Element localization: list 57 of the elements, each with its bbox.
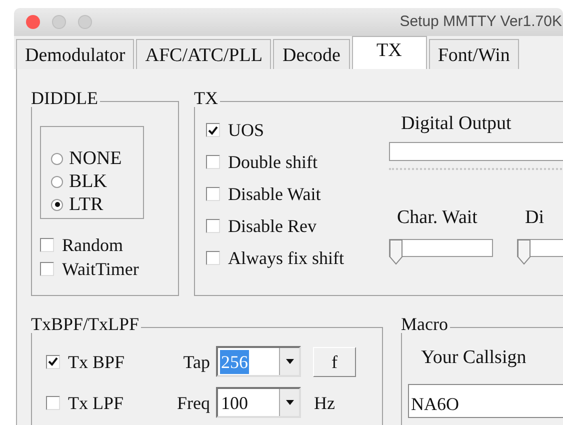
caret-icon [286, 400, 294, 405]
radio-button[interactable] [51, 198, 63, 210]
group-title: Macro [401, 315, 450, 333]
slider-label: Di [525, 208, 545, 227]
check-icon [208, 126, 218, 134]
checkbox[interactable] [46, 354, 60, 368]
checkbox-label: Random [62, 236, 123, 254]
tab[interactable]: Demodulator [16, 39, 134, 69]
group-title: TX [194, 89, 220, 107]
combo-box[interactable]: 100 [216, 387, 301, 418]
slider-track[interactable] [389, 239, 493, 265]
checkbox-label: Always fix shift [228, 249, 344, 267]
checkbox-label: Double shift [228, 153, 318, 171]
group-title: DIDDLE [31, 89, 100, 107]
checkbox[interactable] [206, 219, 220, 233]
caret-icon [286, 359, 294, 364]
checkbox[interactable] [206, 123, 220, 137]
check-icon [48, 357, 58, 366]
combo-value: 100 [220, 392, 249, 414]
field-label: Tap [182, 352, 211, 370]
checkbox[interactable] [206, 155, 220, 169]
checkbox-label: WaitTimer [62, 260, 139, 278]
unit-label: Hz [314, 394, 335, 412]
tab[interactable]: TX [352, 36, 427, 69]
checkbox-label: Disable Wait [228, 185, 321, 203]
group-title: TxBPF/TxLPF [31, 315, 142, 333]
checkbox[interactable] [40, 238, 54, 252]
callsign-label: Your Callsign [421, 348, 528, 367]
checkbox[interactable] [206, 251, 220, 265]
tab[interactable]: Decode [273, 39, 350, 69]
window-title: Setup MMTTY Ver1.70K [400, 12, 563, 32]
dropdown-button[interactable] [279, 389, 299, 416]
radio-label: NONE [69, 149, 122, 168]
slider-label: Char. Wait [397, 208, 478, 227]
radio-label: LTR [69, 195, 104, 214]
radio-button[interactable] [51, 152, 63, 164]
callsign-field[interactable]: NA6O [408, 384, 563, 418]
digital-output-bar[interactable] [389, 142, 563, 161]
radio-label: BLK [69, 172, 107, 191]
checkbox-label: Tx LPF [68, 394, 124, 412]
checkbox[interactable] [46, 396, 60, 410]
f-button[interactable]: f [313, 346, 356, 376]
combo-value: 256 [220, 350, 249, 374]
digital-output-label: Digital Output [401, 114, 512, 133]
slider-thumb[interactable] [389, 239, 403, 265]
checkbox-label: UOS [228, 121, 264, 139]
radio-button[interactable] [51, 176, 63, 188]
slider-thumb[interactable] [517, 239, 531, 265]
checkbox-label: Disable Rev [228, 217, 316, 235]
tab[interactable]: Font/Win [428, 39, 519, 69]
checkbox[interactable] [206, 187, 220, 201]
close-button[interactable] [26, 15, 40, 29]
field-label: Freq [176, 394, 211, 412]
checkbox[interactable] [40, 262, 54, 276]
tab[interactable]: AFC/ATC/PLL [136, 39, 272, 69]
dropdown-button[interactable] [279, 348, 299, 375]
checkbox-label: Tx BPF [68, 352, 125, 370]
